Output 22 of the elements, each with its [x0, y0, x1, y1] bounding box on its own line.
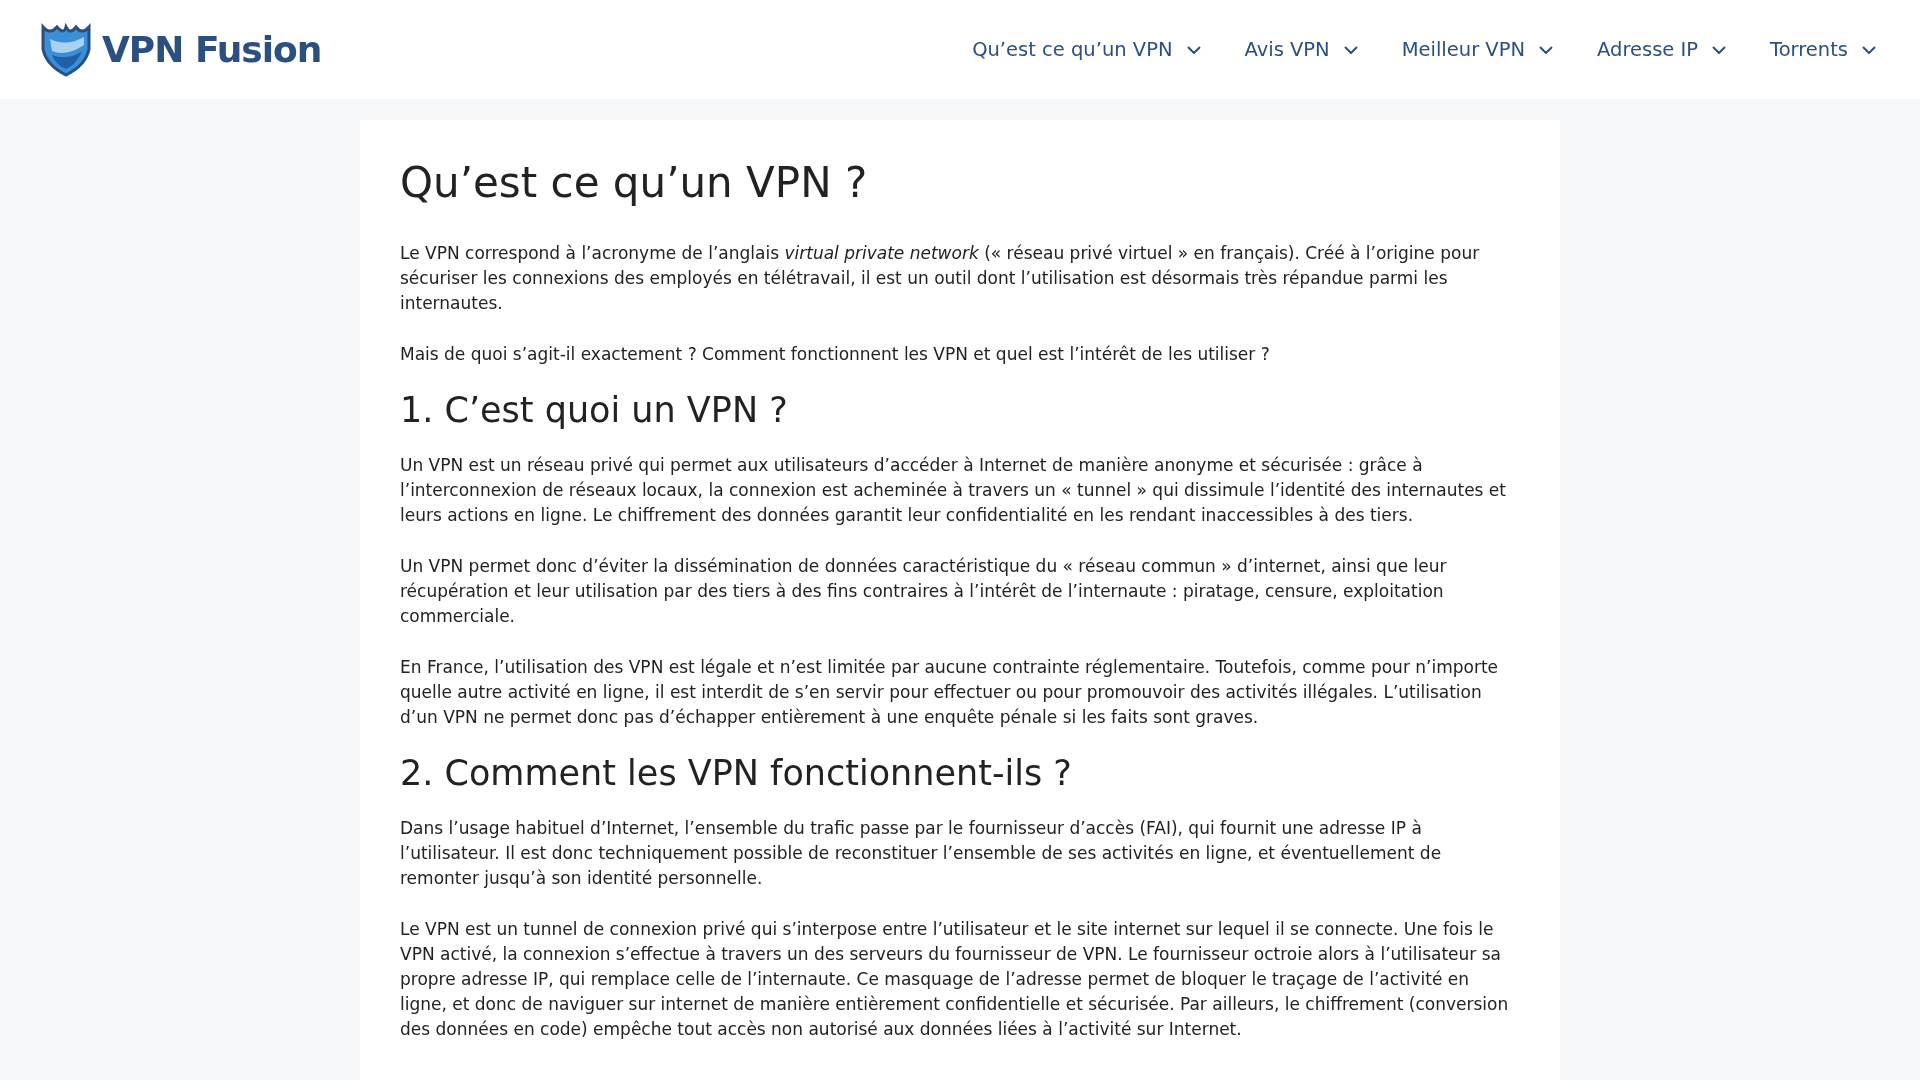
article-title: Qu’est ce qu’un VPN ? — [400, 158, 869, 209]
paragraph: Mais de quoi s’agit-il exactement ? Comment fonctionnent les VPN et quel est l’intérêt de les utiliser ? — [400, 343, 1271, 367]
chevron-down-icon — [1712, 45, 1727, 54]
nav-link[interactable]: Qu’est ce qu’un VPN — [972, 34, 1201, 65]
shield-logo-icon[interactable] — [40, 22, 92, 77]
chevron-down-icon — [1186, 45, 1201, 54]
section-heading: 2. Comment les VPN fonctionnent-ils ? — [400, 752, 1073, 795]
chevron-down-icon — [1539, 45, 1554, 54]
paragraph: Le VPN est un tunnel de connexion privé qui s’interpose entre l’utilisateur et le site internet sur lequel il se connecte. Une fois le VPN activé, la connexion s’effectue à travers un des serveurs du fournisseur de VPN. Le fournisseur octroie alors à l’utilisateur sa propre adresse IP, qui remplace celle de l’internaute. Ce masquage de l’adresse permet de bloquer le traçage de l’activité en ligne, et donc de naviguer sur internet de manière entièrement confidentielle et sécurisée. Par ailleurs, le chiffrement (conversion des données en code) empêche tout accès non autorisé aux données liées à l’activité sur Internet. — [400, 918, 1510, 1042]
site-logo[interactable]: VPN Fusion — [102, 31, 322, 68]
nav-link[interactable]: Avis VPN — [1244, 34, 1358, 65]
paragraph: Un VPN permet donc d’éviter la dissémination de données caractéristique du « réseau commun » d’internet, ainsi que leur récupération et leur utilisation par des tiers à des fins contraires à l’intérêt de l’internaute : piratage, censure, exploitation commerciale. — [400, 555, 1448, 629]
paragraph: Un VPN est un réseau privé qui permet aux utilisateurs d’accéder à Internet de manière anonyme et sécurisée : grâce à l’interconnexion de réseaux locaux, la connexion est acheminée à travers un « tunnel » qui dissimule l’identité des internautes et leurs actions en ligne. Le chiffrement des données garantit leur confidentialité en les rendant inaccessibles à des tiers. — [400, 454, 1507, 528]
nav-link[interactable]: Meilleur VPN — [1401, 34, 1554, 65]
paragraph: Le VPN correspond à l’acronyme de l’anglais virtual private network (« réseau privé virtuel » en français). Créé à l’origine pour sécuriser les connexions des employés en télétravail, il est un outil dont l’utilisation est désormais très répandue parmi les internautes. — [400, 242, 1481, 316]
paragraph: Dans l’usage habituel d’Internet, l’ensemble du trafic passe par le fournisseur d’accès (FAI), qui fournit une adresse IP à l’utilisateur. Il est donc techniquement possible de reconstituer l’ensemble de ses activités en ligne, et éventuellement de remonter jusqu’à son identité personnelle. — [400, 817, 1443, 891]
paragraph: En France, l’utilisation des VPN est légale et n’est limitée par aucune contrainte réglementaire. Toutefois, comme pour n’importe quelle autre activité en ligne, il est interdit de s’en servir pour effectuer ou pour promouvoir des activités illégales. L’utilisation d’un VPN ne permet donc pas d’échapper entièrement à une enquête pénale si les faits sont graves. — [400, 656, 1500, 730]
nav-link[interactable]: Torrents — [1770, 34, 1876, 65]
nav-link[interactable]: Adresse IP — [1597, 34, 1727, 65]
section-heading: 1. C’est quoi un VPN ? — [400, 389, 789, 432]
chevron-down-icon — [1343, 45, 1358, 54]
chevron-down-icon — [1862, 45, 1876, 54]
